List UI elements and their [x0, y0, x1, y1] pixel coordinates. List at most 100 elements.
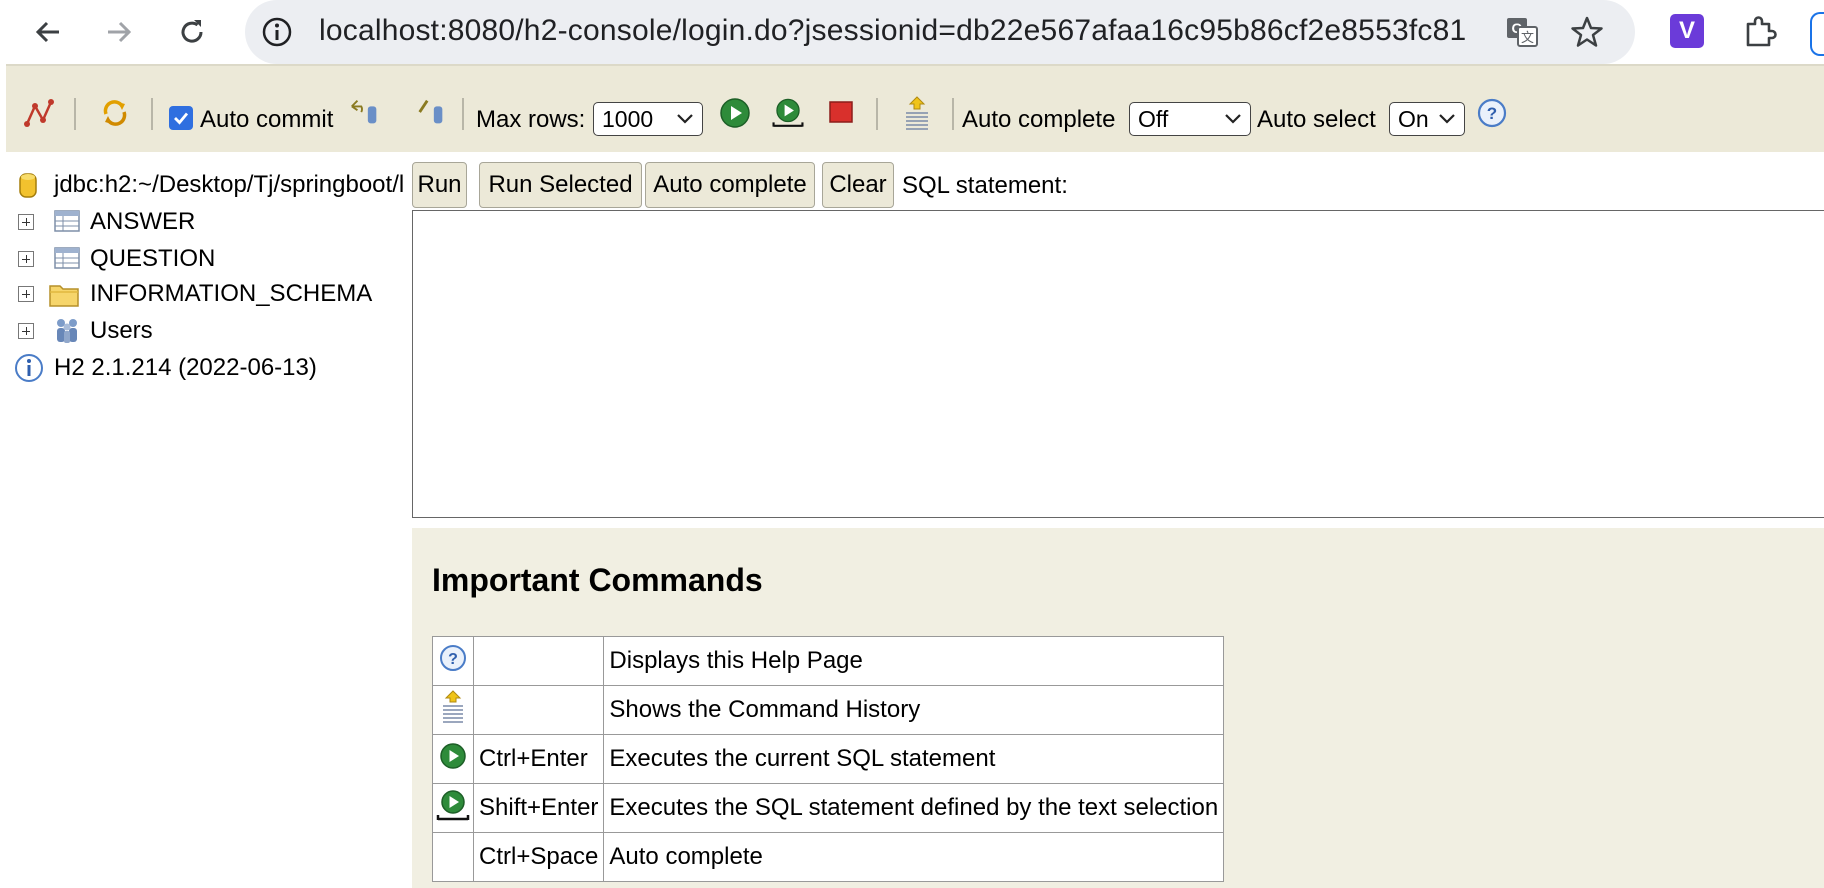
- run-icon[interactable]: [718, 96, 752, 130]
- help-panel: Important Commands ? Displays this Help …: [412, 528, 1824, 888]
- sql-statement-label: SQL statement:: [902, 172, 1068, 199]
- table-row: ? Displays this Help Page: [432, 636, 1225, 686]
- folder-icon: [49, 285, 79, 307]
- table-row: Shift+Enter Executes the SQL statement d…: [432, 783, 1225, 833]
- separator: [876, 98, 878, 130]
- version-label: H2 2.1.214 (2022-06-13): [54, 354, 317, 381]
- table-cell: [432, 685, 474, 735]
- help-title: Important Commands: [432, 562, 763, 598]
- description-cell: Executes the SQL statement defined by th…: [603, 783, 1225, 833]
- users-icon: [57, 319, 77, 343]
- separator: [151, 98, 153, 130]
- rollback-icon[interactable]: [348, 96, 382, 130]
- tree-connection[interactable]: jdbc:h2:~/Desktop/Tj/springboot/l: [6, 168, 406, 202]
- checkmark-icon: [174, 112, 189, 125]
- shortcut-cell: [472, 636, 605, 686]
- database-icon: [19, 173, 37, 198]
- arrow-left-icon: [35, 21, 59, 43]
- tree-item-answer[interactable]: ANSWER: [6, 205, 406, 239]
- auto-complete-value: Off: [1138, 106, 1169, 132]
- commands-table: ? Displays this Help Page Shows the Comm…: [432, 636, 1225, 882]
- max-rows-value: 1000: [602, 106, 654, 132]
- query-panel: Run Run Selected Auto complete Clear SQL…: [404, 152, 1824, 888]
- separator: [74, 98, 76, 130]
- expand-plus-icon[interactable]: [18, 323, 34, 339]
- run-selected-icon[interactable]: [771, 96, 805, 130]
- refresh-icon[interactable]: [98, 96, 132, 130]
- disconnect-icon[interactable]: [21, 96, 55, 130]
- description-cell: Auto complete: [603, 832, 1225, 882]
- table-cell: [432, 734, 474, 784]
- auto-complete-label: Auto complete: [962, 106, 1116, 133]
- chevron-down-icon: [1225, 114, 1241, 124]
- shortcut-cell: [472, 685, 605, 735]
- tree-item-label: QUESTION: [90, 245, 216, 272]
- svg-text:文: 文: [1521, 30, 1534, 45]
- run-button[interactable]: Run: [412, 162, 467, 208]
- profile-edge[interactable]: [1810, 12, 1824, 56]
- history-icon: [443, 689, 463, 723]
- auto-complete-button[interactable]: Auto complete: [645, 162, 815, 208]
- table-cell: [432, 783, 474, 833]
- star-bookmark-icon[interactable]: [1567, 12, 1607, 52]
- browser-chrome: localhost:8080/h2-console/login.do?jsess…: [0, 0, 1824, 64]
- forward-button[interactable]: [97, 10, 141, 54]
- description-cell: Shows the Command History: [603, 685, 1225, 735]
- run-selected-button[interactable]: Run Selected: [479, 162, 642, 208]
- auto-select-label: Auto select: [1257, 106, 1376, 133]
- svg-text:?: ?: [1487, 104, 1497, 123]
- tree-item-label: INFORMATION_SCHEMA: [90, 280, 373, 307]
- help-icon: ?: [440, 644, 466, 671]
- reload-icon: [181, 20, 203, 43]
- run-selected-icon: [436, 789, 470, 820]
- commit-icon[interactable]: [414, 96, 448, 130]
- expand-plus-icon[interactable]: [18, 286, 34, 302]
- max-rows-select[interactable]: 1000: [593, 102, 703, 136]
- description-cell: Displays this Help Page: [603, 636, 1225, 686]
- table-row: Ctrl+Space Auto complete: [432, 832, 1225, 882]
- back-button[interactable]: [26, 10, 70, 54]
- auto-commit-checkbox[interactable]: [169, 106, 193, 130]
- tree-item-label: Users: [90, 317, 153, 344]
- table-cell: [432, 832, 474, 882]
- chevron-down-icon: [677, 114, 693, 124]
- tree-item-label: ANSWER: [90, 208, 196, 235]
- connection-label: jdbc:h2:~/Desktop/Tj/springboot/l: [54, 171, 405, 198]
- arrow-right-icon: [108, 21, 132, 43]
- h2-toolbar: Auto commit Max rows: 1000 Auto complete…: [6, 64, 1824, 154]
- address-bar[interactable]: localhost:8080/h2-console/login.do?jsess…: [245, 0, 1635, 64]
- max-rows-label: Max rows:: [476, 106, 586, 133]
- tree-item-information-schema[interactable]: INFORMATION_SCHEMA: [6, 277, 406, 311]
- tree-item-question[interactable]: QUESTION: [6, 242, 406, 276]
- translate-icon[interactable]: G文: [1502, 12, 1542, 52]
- schema-tree: jdbc:h2:~/Desktop/Tj/springboot/l ANSWER…: [6, 152, 404, 880]
- sql-editor[interactable]: [412, 210, 1824, 518]
- shortcut-cell: Shift+Enter: [472, 783, 605, 833]
- site-info-icon[interactable]: [261, 16, 293, 48]
- clear-button[interactable]: Clear: [822, 162, 894, 208]
- auto-complete-select[interactable]: Off: [1129, 102, 1251, 136]
- tree-item-users[interactable]: Users: [6, 314, 406, 348]
- svg-text:?: ?: [448, 651, 458, 668]
- reload-button[interactable]: [170, 10, 214, 54]
- help-icon[interactable]: ?: [1475, 96, 1509, 130]
- history-icon[interactable]: [900, 96, 934, 130]
- table-icon: [54, 247, 80, 269]
- extensions-puzzle-icon[interactable]: [1740, 12, 1780, 52]
- expand-plus-icon[interactable]: [18, 251, 34, 267]
- description-cell: Executes the current SQL statement: [603, 734, 1225, 784]
- auto-select-value: On: [1398, 106, 1429, 132]
- shortcut-cell: Ctrl+Enter: [472, 734, 605, 784]
- table-row: Ctrl+Enter Executes the current SQL stat…: [432, 734, 1225, 784]
- url-text[interactable]: localhost:8080/h2-console/login.do?jsess…: [319, 14, 1466, 48]
- expand-plus-icon[interactable]: [18, 214, 34, 230]
- extension-v-icon[interactable]: V: [1670, 14, 1704, 48]
- run-icon: [440, 742, 466, 769]
- auto-select-select[interactable]: On: [1389, 102, 1465, 136]
- info-icon: [15, 354, 43, 382]
- table-cell: ?: [432, 636, 474, 686]
- separator: [462, 98, 464, 130]
- auto-commit-label[interactable]: Auto commit: [200, 106, 333, 134]
- table-icon: [54, 210, 80, 232]
- stop-icon[interactable]: [824, 96, 858, 130]
